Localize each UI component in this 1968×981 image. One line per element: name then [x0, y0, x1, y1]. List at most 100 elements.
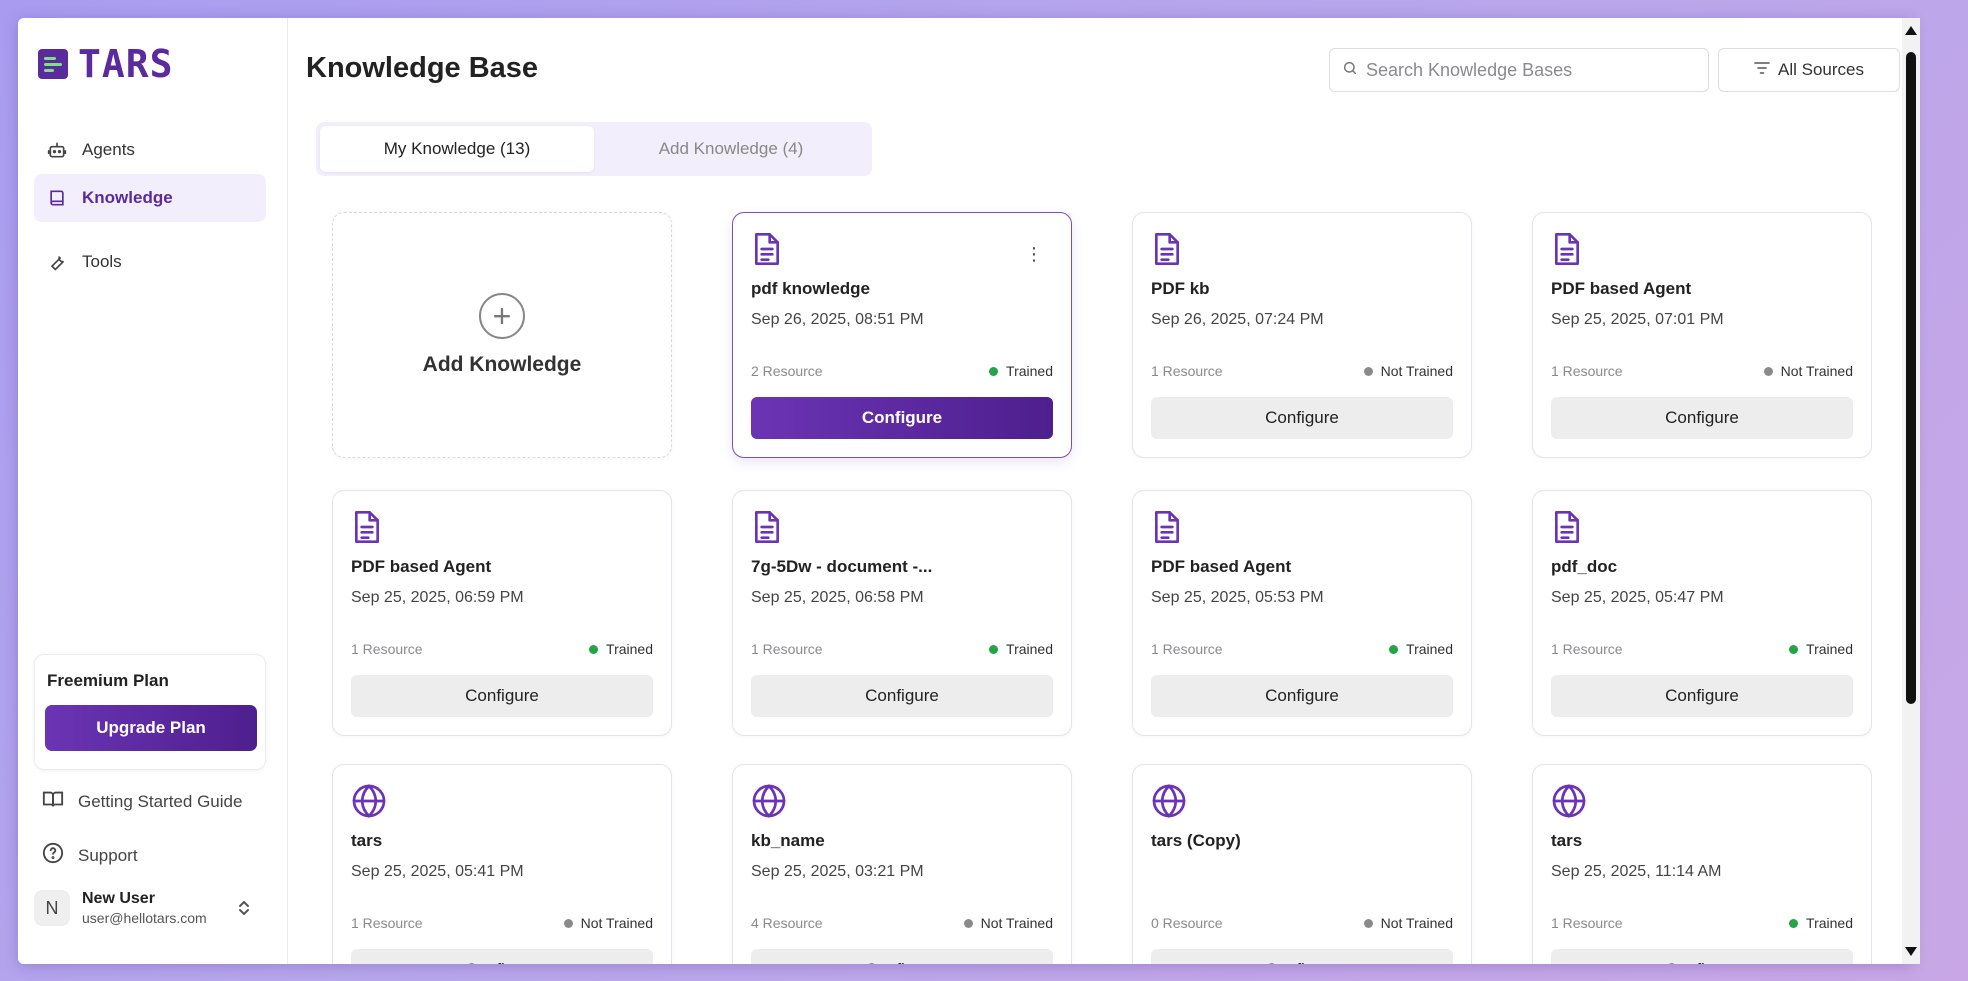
all-sources-filter-button[interactable]: All Sources [1718, 48, 1900, 92]
card-date: Sep 26, 2025, 07:24 PM [1151, 311, 1324, 328]
status-label: Not Trained [580, 915, 653, 931]
card-title: kb_name [751, 831, 825, 850]
status-badge: Not Trained [1763, 363, 1853, 379]
resource-count: 1 Resource [751, 641, 823, 657]
main-content: Knowledge Base All Sources My Knowledge … [288, 18, 1914, 964]
status-label: Not Trained [1380, 363, 1453, 379]
scroll-up-arrow-icon[interactable] [1905, 26, 1917, 35]
configure-button[interactable]: Configure [351, 949, 653, 964]
card-title: pdf_doc [1551, 557, 1618, 576]
sidebar-item-tools[interactable]: Tools [34, 238, 266, 286]
upgrade-plan-button[interactable]: Upgrade Plan [45, 705, 257, 751]
getting-started-link[interactable]: Getting Started Guide [42, 788, 242, 815]
status-dot [989, 366, 999, 376]
document-icon [751, 509, 783, 545]
status-dot [589, 644, 599, 654]
card-date: Sep 25, 2025, 03:21 PM [751, 863, 924, 880]
knowledge-card[interactable]: ⋮ pdf knowledge Sep 26, 2025, 08:51 PM 2 Re… [732, 212, 1072, 458]
resource-count: 0 Resource [1151, 915, 1223, 931]
card-title: pdf knowledge [751, 279, 870, 298]
chevron-up-down-icon [237, 899, 251, 917]
status-dot [1789, 918, 1799, 928]
status-badge: Not Trained [963, 915, 1053, 931]
resource-count: 1 Resource [1551, 363, 1623, 379]
plan-card: Freemium Plan Upgrade Plan [34, 654, 266, 770]
card-date: Sep 25, 2025, 06:59 PM [351, 589, 524, 606]
configure-button[interactable]: Configure [1151, 949, 1453, 964]
configure-button[interactable]: Configure [751, 397, 1053, 439]
search-box[interactable] [1329, 48, 1709, 92]
resource-count: 1 Resource [1551, 915, 1623, 931]
knowledge-card[interactable]: pdf_doc Sep 25, 2025, 05:47 PM 1 Resource T… [1532, 490, 1872, 736]
status-label: Trained [1806, 641, 1853, 657]
tab-add-knowledge[interactable]: Add Knowledge (4) [594, 126, 868, 172]
tab-my-knowledge[interactable]: My Knowledge (13) [320, 126, 594, 172]
card-title: tars (Copy) [1151, 831, 1241, 850]
status-label: Not Trained [980, 915, 1053, 931]
card-title: 7g-5Dw - document -... [751, 557, 933, 576]
knowledge-card[interactable]: kb_name Sep 25, 2025, 03:21 PM 4 Resource N… [732, 764, 1072, 964]
document-icon [751, 231, 783, 267]
knowledge-grid: + Add Knowledge ⋮ pdf knowledge Sep 26, 20… [332, 192, 1872, 964]
plus-icon: + [479, 293, 525, 339]
knowledge-card[interactable]: PDF based Agent Sep 25, 2025, 05:53 PM 1 R… [1132, 490, 1472, 736]
logo[interactable]: TARS [38, 42, 174, 86]
user-menu[interactable]: N New User user@hellotars.com [34, 890, 251, 926]
knowledge-tabs: My Knowledge (13) Add Knowledge (4) [316, 122, 872, 176]
tars-logo-icon [38, 49, 68, 79]
card-date: Sep 25, 2025, 05:53 PM [1151, 589, 1324, 606]
filter-icon [1754, 60, 1770, 80]
card-date: Sep 25, 2025, 06:58 PM [751, 589, 924, 606]
status-dot [1363, 366, 1373, 376]
card-date: Sep 25, 2025, 05:47 PM [1551, 589, 1724, 606]
status-dot [989, 644, 999, 654]
configure-button[interactable]: Configure [1551, 397, 1853, 439]
card-title: PDF kb [1151, 279, 1210, 298]
scroll-down-arrow-icon[interactable] [1905, 947, 1917, 956]
logo-text: TARS [78, 42, 174, 86]
configure-button[interactable]: Configure [751, 949, 1053, 964]
support-link[interactable]: Support [42, 842, 138, 869]
app-window: TARS Agents Knowledge Tools Freemium Pla… [18, 18, 1914, 964]
sidebar-item-knowledge[interactable]: Knowledge [34, 174, 266, 222]
status-dot [1789, 644, 1799, 654]
knowledge-card[interactable]: 7g-5Dw - document -... Sep 25, 2025, 06:5… [732, 490, 1072, 736]
more-vertical-icon[interactable]: ⋮ [1025, 245, 1043, 263]
card-date: Sep 25, 2025, 05:41 PM [351, 863, 524, 880]
sidebar-item-label: Tools [82, 252, 122, 271]
configure-button[interactable]: Configure [1151, 397, 1453, 439]
sidebar-item-agents[interactable]: Agents [34, 126, 266, 174]
knowledge-card[interactable]: PDF based Agent Sep 25, 2025, 06:59 PM 1 R… [332, 490, 672, 736]
status-badge: Not Trained [1363, 363, 1453, 379]
globe-icon [751, 783, 786, 819]
robot-icon [46, 139, 68, 161]
status-label: Trained [606, 641, 653, 657]
document-icon [1151, 509, 1183, 545]
configure-button[interactable]: Configure [351, 675, 653, 717]
resource-count: 1 Resource [1551, 641, 1623, 657]
status-label: Trained [1406, 641, 1453, 657]
add-knowledge-label: Add Knowledge [422, 353, 582, 376]
book-icon [46, 187, 68, 209]
status-badge: Not Trained [1363, 915, 1453, 931]
status-label: Trained [1006, 641, 1053, 657]
card-title: tars [1551, 831, 1583, 850]
status-badge: Trained [589, 641, 653, 657]
page-title: Knowledge Base [306, 52, 539, 84]
knowledge-card[interactable]: PDF kb Sep 26, 2025, 07:24 PM 1 Resource No… [1132, 212, 1472, 458]
status-dot [1389, 644, 1399, 654]
configure-button[interactable]: Configure [751, 675, 1053, 717]
knowledge-card[interactable]: PDF based Agent Sep 25, 2025, 07:01 PM 1 R… [1532, 212, 1872, 458]
configure-button[interactable]: Configure [1151, 675, 1453, 717]
scroll-thumb[interactable] [1906, 52, 1916, 704]
knowledge-card[interactable]: tars Sep 25, 2025, 11:14 AM 1 Resource Trai… [1532, 764, 1872, 964]
status-dot [563, 918, 573, 928]
knowledge-card[interactable]: tars (Copy) 0 Resource Not Trained Configur… [1132, 764, 1472, 964]
configure-button[interactable]: Configure [1551, 949, 1853, 964]
configure-button[interactable]: Configure [1551, 675, 1853, 717]
search-input[interactable] [1366, 59, 1686, 81]
knowledge-card[interactable]: tars Sep 25, 2025, 05:41 PM 1 Resource Not … [332, 764, 672, 964]
scrollbar[interactable] [1902, 18, 1920, 964]
add-knowledge-card[interactable]: + Add Knowledge [332, 212, 672, 458]
status-badge: Trained [1789, 641, 1853, 657]
